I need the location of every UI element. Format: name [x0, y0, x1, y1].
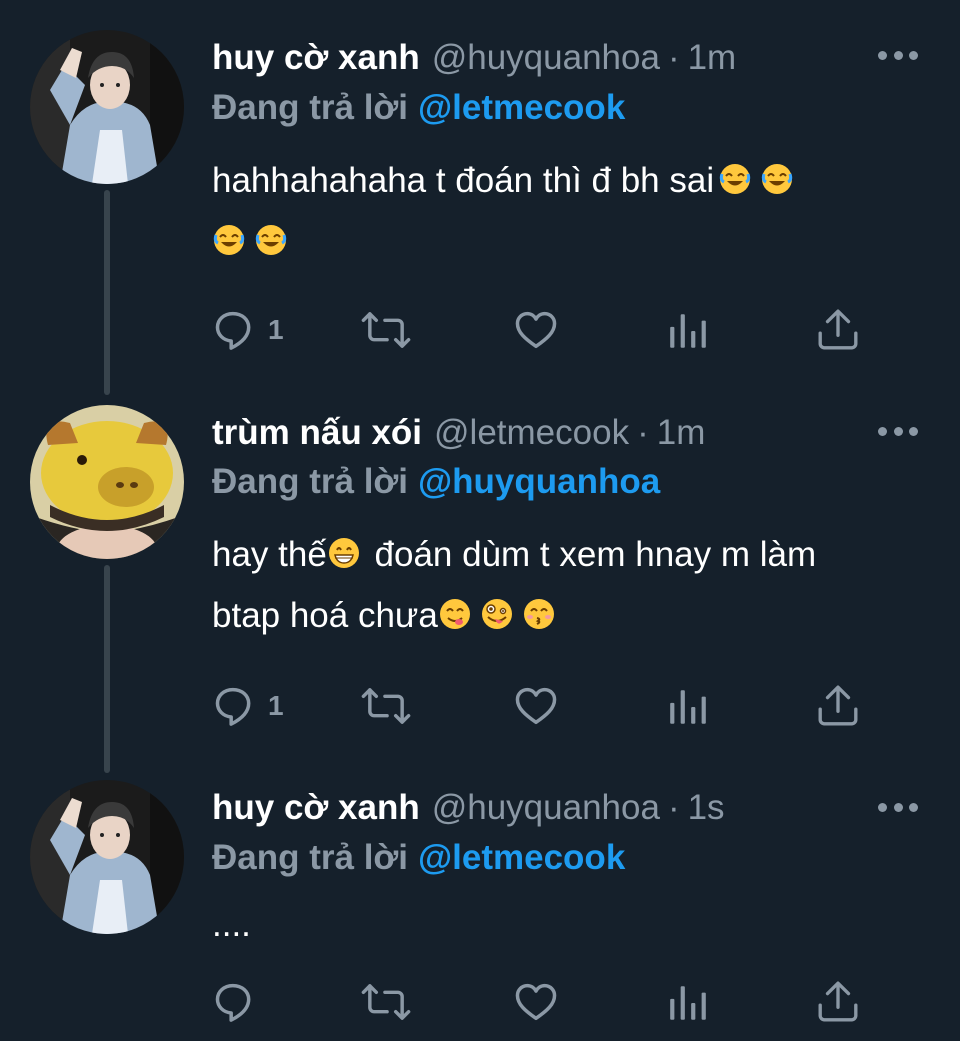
mention-link[interactable]: @huyquanhoa — [418, 462, 660, 501]
user-handle[interactable]: @huyquanhoa — [432, 788, 660, 828]
like-icon — [515, 687, 557, 725]
separator-dot: · — [667, 38, 680, 77]
retweet-button[interactable] — [358, 306, 414, 354]
tweet-actions: 1 — [212, 682, 872, 730]
retweet-icon — [361, 688, 411, 724]
mention-link[interactable]: @letmecook — [418, 838, 625, 877]
share-button[interactable] — [816, 978, 860, 1026]
rofl-emoji-icon — [760, 162, 794, 196]
separator-dot: · — [667, 788, 680, 827]
rofl-emoji-icon — [254, 223, 288, 257]
share-button[interactable] — [816, 306, 860, 354]
more-icon[interactable] — [878, 48, 918, 62]
share-icon — [818, 309, 858, 350]
reply-icon — [215, 983, 251, 1022]
retweet-button[interactable] — [358, 682, 414, 730]
timestamp[interactable]: 1m — [657, 413, 706, 453]
avatar[interactable] — [30, 30, 184, 184]
tweet-text-line: hay thế — [212, 535, 327, 574]
analytics-icon — [670, 986, 706, 1020]
tweet-actions — [212, 978, 872, 1026]
timestamp[interactable]: 1m — [688, 38, 737, 78]
analytics-icon — [670, 314, 706, 348]
separator-dot: · — [637, 413, 649, 452]
like-icon — [515, 311, 557, 349]
reply-button[interactable]: 1 — [212, 682, 284, 730]
tweet-header: huy cờ xanh @huyquanhoa · 1m — [212, 38, 736, 84]
views-button[interactable] — [666, 978, 710, 1026]
like-button[interactable] — [512, 306, 560, 354]
kissing-emoji-icon — [522, 598, 555, 630]
views-button[interactable] — [666, 682, 710, 730]
yum-emoji-icon — [438, 598, 471, 630]
tweet-text: hahhahahaha t đoán thì đ bh sai — [212, 150, 922, 272]
reply-button[interactable] — [212, 978, 258, 1026]
tweet-text-line: đoán dùm t xem hnay m làm — [364, 535, 817, 574]
more-icon[interactable] — [878, 424, 918, 438]
zany-emoji-icon — [480, 598, 513, 630]
tweet-header: trùm nấu xói @letmecook · 1m — [212, 413, 705, 459]
replying-to-label: Đang trả lời — [212, 88, 409, 127]
timestamp[interactable]: 1s — [688, 788, 725, 828]
display-name[interactable]: huy cờ xanh — [212, 788, 420, 828]
share-icon — [818, 981, 858, 1022]
mention-link[interactable]: @letmecook — [418, 88, 625, 127]
share-icon — [818, 685, 858, 726]
replying-to: Đang trả lời @letmecook — [212, 88, 625, 128]
retweet-icon — [361, 312, 411, 348]
user-handle[interactable]: @huyquanhoa — [432, 38, 660, 78]
display-name[interactable]: huy cờ xanh — [212, 38, 420, 78]
replying-to-label: Đang trả lời — [212, 462, 409, 501]
share-button[interactable] — [816, 682, 860, 730]
tweet[interactable]: huy cờ xanh @huyquanhoa · 1s Đang trả lờ… — [0, 760, 960, 1041]
tweet-actions: 1 — [212, 306, 872, 354]
grinning-emoji-icon — [327, 537, 360, 569]
views-button[interactable] — [666, 306, 710, 354]
tweet-text: .... — [212, 894, 922, 955]
tweet-header: huy cờ xanh @huyquanhoa · 1s — [212, 788, 725, 834]
tweet-text-line: .... — [212, 905, 251, 944]
reply-icon — [215, 687, 251, 726]
replying-to: Đang trả lời @letmecook — [212, 838, 625, 878]
rofl-emoji-icon — [718, 162, 752, 196]
like-button[interactable] — [512, 682, 560, 730]
reply-count: 1 — [268, 690, 284, 721]
reply-button[interactable]: 1 — [212, 306, 284, 354]
like-button[interactable] — [512, 978, 560, 1026]
replying-to-label: Đang trả lời — [212, 838, 409, 877]
tweet-text-line: btap hoá chưa — [212, 596, 438, 635]
tweet-text: hay thế đoán dùm t xem hnay m làm btap h… — [212, 524, 922, 646]
replying-to: Đang trả lời @huyquanhoa — [212, 462, 660, 502]
reply-icon — [215, 311, 251, 350]
display-name[interactable]: trùm nấu xói — [212, 413, 422, 453]
tweet[interactable]: trùm nấu xói @letmecook · 1m Đang trả lờ… — [0, 380, 960, 760]
tweet[interactable]: huy cờ xanh @huyquanhoa · 1m Đang trả lờ… — [0, 0, 960, 380]
avatar[interactable] — [30, 780, 184, 934]
reply-count: 1 — [268, 314, 284, 345]
retweet-button[interactable] — [358, 978, 414, 1026]
user-handle[interactable]: @letmecook — [434, 413, 629, 453]
rofl-emoji-icon — [212, 223, 246, 257]
tweet-text-line: hahhahahaha t đoán thì đ bh sai — [212, 161, 715, 200]
analytics-icon — [670, 690, 706, 724]
avatar[interactable] — [30, 405, 184, 559]
more-icon[interactable] — [878, 800, 918, 814]
retweet-icon — [361, 984, 411, 1020]
like-icon — [515, 983, 557, 1021]
